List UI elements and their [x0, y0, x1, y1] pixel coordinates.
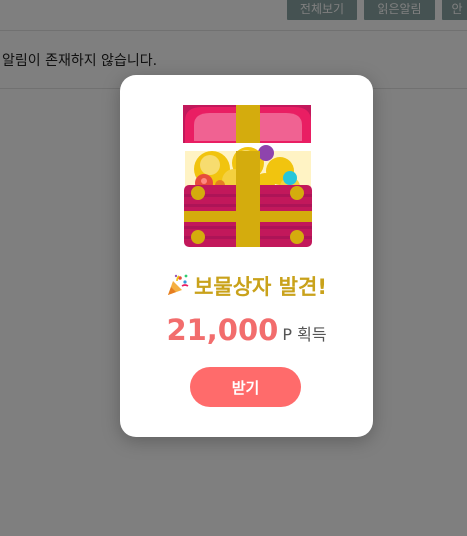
reward-row: 21,000 P 획득: [120, 313, 373, 347]
reward-amount: 21,000: [166, 313, 279, 347]
claim-button[interactable]: 받기: [190, 367, 301, 407]
treasure-chest-icon: [183, 105, 312, 247]
modal-title: 보물상자 발견!: [194, 275, 327, 299]
party-popper-icon: [168, 274, 189, 295]
modal-title-row: 보물상자 발견!: [120, 271, 373, 301]
treasure-modal: 보물상자 발견! 21,000 P 획득 받기: [120, 75, 373, 437]
reward-unit: P 획득: [282, 325, 327, 344]
